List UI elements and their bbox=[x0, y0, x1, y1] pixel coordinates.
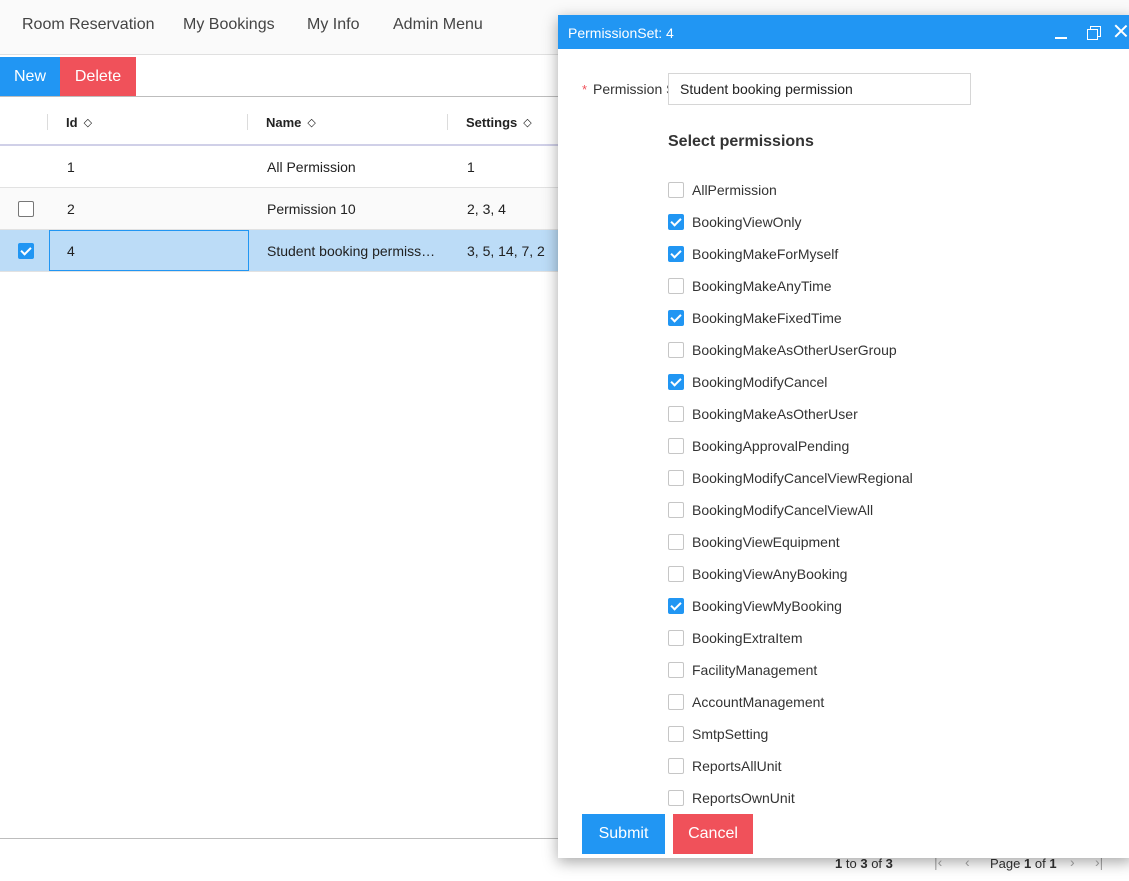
row-checkbox[interactable] bbox=[18, 201, 34, 217]
column-separator bbox=[247, 114, 248, 130]
paging-summary: 1 to 3 of 3 bbox=[835, 856, 893, 871]
permission-label: BookingViewAnyBooking bbox=[692, 566, 848, 582]
column-header-id[interactable]: Id ◇ bbox=[66, 115, 92, 130]
table-row-selected[interactable]: 4 Student booking permiss… 3, 5, 14, 7, … bbox=[0, 230, 560, 272]
checkbox-unchecked[interactable] bbox=[668, 694, 684, 710]
cell-name: All Permission bbox=[267, 159, 356, 175]
row-checkbox[interactable] bbox=[18, 243, 34, 259]
column-separator bbox=[447, 114, 448, 130]
column-separator bbox=[47, 114, 48, 130]
checkbox-unchecked[interactable] bbox=[668, 758, 684, 774]
column-header-settings[interactable]: Settings ◇ bbox=[466, 115, 532, 130]
permission-label: BookingMakeAsOtherUser bbox=[692, 406, 858, 422]
focused-cell-outline bbox=[49, 230, 249, 271]
table-row[interactable]: 1 All Permission 1 bbox=[0, 146, 560, 188]
checkbox-unchecked[interactable] bbox=[668, 630, 684, 646]
checkbox-unchecked[interactable] bbox=[668, 406, 684, 422]
permission-label: AccountManagement bbox=[692, 694, 825, 710]
column-header-name[interactable]: Name ◇ bbox=[266, 115, 316, 130]
required-marker: * bbox=[582, 82, 588, 97]
permission-label: BookingMakeForMyself bbox=[692, 246, 839, 262]
checkbox-unchecked[interactable] bbox=[668, 438, 684, 454]
permission-label: BookingMakeFixedTime bbox=[692, 310, 842, 326]
permission-set-dialog: PermissionSet: 4 * Permission Set Name S… bbox=[558, 15, 1129, 858]
permission-set-name-input[interactable] bbox=[668, 73, 971, 105]
page-of-word: of bbox=[1034, 856, 1046, 871]
paging-range-start: 1 bbox=[835, 856, 843, 871]
page-indicator: Page 1 of 1 bbox=[990, 856, 1057, 871]
permission-label: BookingModifyCancelViewAll bbox=[692, 502, 874, 518]
page-number: 1 bbox=[1024, 856, 1032, 871]
dialog-title: PermissionSet: 4 bbox=[568, 25, 674, 41]
checkbox-checked[interactable] bbox=[668, 246, 684, 262]
checkbox-checked[interactable] bbox=[668, 598, 684, 614]
permission-label: BookingMakeAsOtherUserGroup bbox=[692, 342, 897, 358]
permission-label: BookingViewEquipment bbox=[692, 534, 840, 550]
close-icon[interactable] bbox=[1114, 24, 1128, 38]
checkbox-unchecked[interactable] bbox=[668, 278, 684, 294]
sort-icon[interactable]: ◇ bbox=[523, 116, 531, 129]
delete-button[interactable]: Delete bbox=[60, 57, 136, 96]
permission-label: BookingViewMyBooking bbox=[692, 598, 842, 614]
column-header-name-label: Name bbox=[266, 115, 302, 130]
nav-admin-menu[interactable]: Admin Menu bbox=[393, 16, 483, 34]
cell-id: 2 bbox=[67, 201, 75, 217]
permission-label: BookingExtraItem bbox=[692, 630, 803, 646]
nav-my-bookings[interactable]: My Bookings bbox=[183, 16, 275, 34]
permission-label: BookingViewOnly bbox=[692, 214, 802, 230]
nav-room-reservation[interactable]: Room Reservation bbox=[22, 16, 155, 34]
grid-header: Id ◇ Name ◇ Settings ◇ bbox=[0, 96, 560, 146]
checkbox-unchecked[interactable] bbox=[668, 534, 684, 550]
cell-settings: 2, 3, 4 bbox=[467, 201, 506, 217]
checkbox-unchecked[interactable] bbox=[668, 566, 684, 582]
table-row[interactable]: 2 Permission 10 2, 3, 4 bbox=[0, 188, 560, 230]
cell-name: Permission 10 bbox=[267, 201, 356, 217]
cell-settings: 1 bbox=[467, 159, 475, 175]
maximize-icon[interactable] bbox=[1087, 26, 1101, 40]
sort-icon[interactable]: ◇ bbox=[84, 116, 92, 129]
checkbox-unchecked[interactable] bbox=[668, 790, 684, 806]
section-title: Select permissions bbox=[668, 133, 814, 150]
checkbox-checked[interactable] bbox=[668, 374, 684, 390]
checkbox-checked[interactable] bbox=[668, 310, 684, 326]
new-button[interactable]: New bbox=[0, 57, 60, 96]
permission-label: BookingModifyCancel bbox=[692, 374, 828, 390]
permission-label: BookingModifyCancelViewRegional bbox=[692, 470, 913, 486]
checkbox-unchecked[interactable] bbox=[668, 502, 684, 518]
permission-label: BookingMakeAnyTime bbox=[692, 278, 832, 294]
permission-label: BookingApprovalPending bbox=[692, 438, 850, 454]
permission-label: SmtpSetting bbox=[692, 726, 769, 742]
sort-icon[interactable]: ◇ bbox=[307, 116, 315, 129]
paging-total: 3 bbox=[885, 856, 893, 871]
checkbox-unchecked[interactable] bbox=[668, 470, 684, 486]
submit-button[interactable]: Submit bbox=[582, 814, 665, 854]
page-total: 1 bbox=[1049, 856, 1057, 871]
checkbox-checked[interactable] bbox=[668, 214, 684, 230]
paging-range-word: to bbox=[845, 856, 857, 871]
permission-set-name-label: Permission Set Name bbox=[593, 81, 668, 97]
column-header-settings-label: Settings bbox=[466, 115, 518, 130]
paging-range-end: 3 bbox=[860, 856, 868, 871]
permission-label: FacilityManagement bbox=[692, 662, 818, 678]
cell-id: 1 bbox=[67, 159, 75, 175]
permission-label: ReportsOwnUnit bbox=[692, 790, 795, 806]
permission-label: AllPermission bbox=[692, 182, 777, 198]
cell-id: 4 bbox=[67, 243, 75, 259]
checkbox-unchecked[interactable] bbox=[668, 182, 684, 198]
page-word: Page bbox=[990, 856, 1021, 871]
nav-my-info[interactable]: My Info bbox=[307, 16, 359, 34]
permission-label: ReportsAllUnit bbox=[692, 758, 782, 774]
checkbox-unchecked[interactable] bbox=[668, 342, 684, 358]
cancel-button[interactable]: Cancel bbox=[673, 814, 753, 854]
paging-of-word: of bbox=[871, 856, 883, 871]
checkbox-unchecked[interactable] bbox=[668, 726, 684, 742]
minimize-icon[interactable] bbox=[1055, 37, 1067, 39]
column-header-id-label: Id bbox=[66, 115, 78, 130]
cell-settings: 3, 5, 14, 7, 2 bbox=[467, 243, 545, 259]
grid-footer-divider bbox=[0, 838, 560, 839]
cell-name: Student booking permiss… bbox=[267, 243, 436, 259]
checkbox-unchecked[interactable] bbox=[668, 662, 684, 678]
dialog-title-bar[interactable]: PermissionSet: 4 bbox=[558, 15, 1129, 49]
